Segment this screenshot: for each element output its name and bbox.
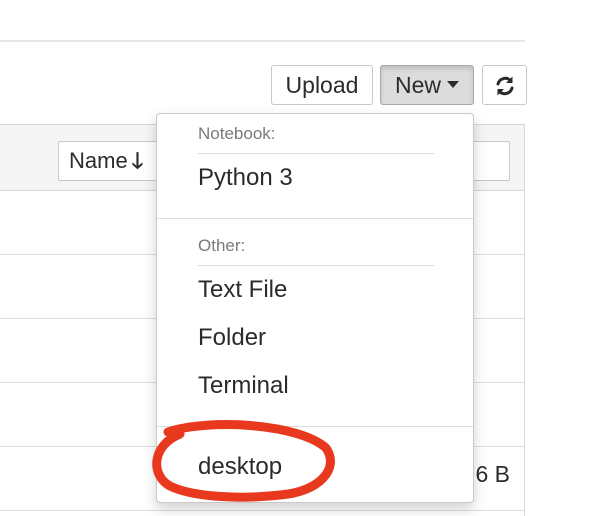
refresh-icon xyxy=(496,76,514,96)
menu-item-python3[interactable]: Python 3 xyxy=(157,156,473,200)
new-button-label: New xyxy=(394,72,441,98)
menu-divider xyxy=(157,426,473,427)
menu-item-text-file[interactable]: Text File xyxy=(157,268,473,312)
menu-header-rule xyxy=(198,153,434,154)
sort-by-name-button[interactable]: Name 🡓 xyxy=(58,141,160,181)
divider xyxy=(0,40,525,42)
menu-item-folder[interactable]: Folder xyxy=(157,316,473,360)
menu-header-notebook: Notebook: xyxy=(198,124,276,143)
new-dropdown-menu: Notebook: Python 3 Other: Text File Fold… xyxy=(156,113,474,503)
new-dropdown-button[interactable]: New xyxy=(380,65,474,105)
menu-item-desktop[interactable]: desktop xyxy=(157,445,473,489)
upload-button[interactable]: Upload xyxy=(271,65,373,105)
column-name-label: Name xyxy=(69,148,128,173)
menu-item-terminal[interactable]: Terminal xyxy=(157,364,473,408)
row-size: 6 B xyxy=(475,461,510,487)
refresh-button[interactable] xyxy=(482,65,527,105)
caret-down-icon xyxy=(447,81,459,89)
jupyter-file-browser: Upload New Name🡓 ze xyxy=(0,0,590,516)
menu-header-rule xyxy=(198,265,434,266)
menu-header-other: Other: xyxy=(198,236,246,255)
arrow-down-icon: 🡓 xyxy=(131,148,144,173)
menu-divider xyxy=(157,218,473,219)
